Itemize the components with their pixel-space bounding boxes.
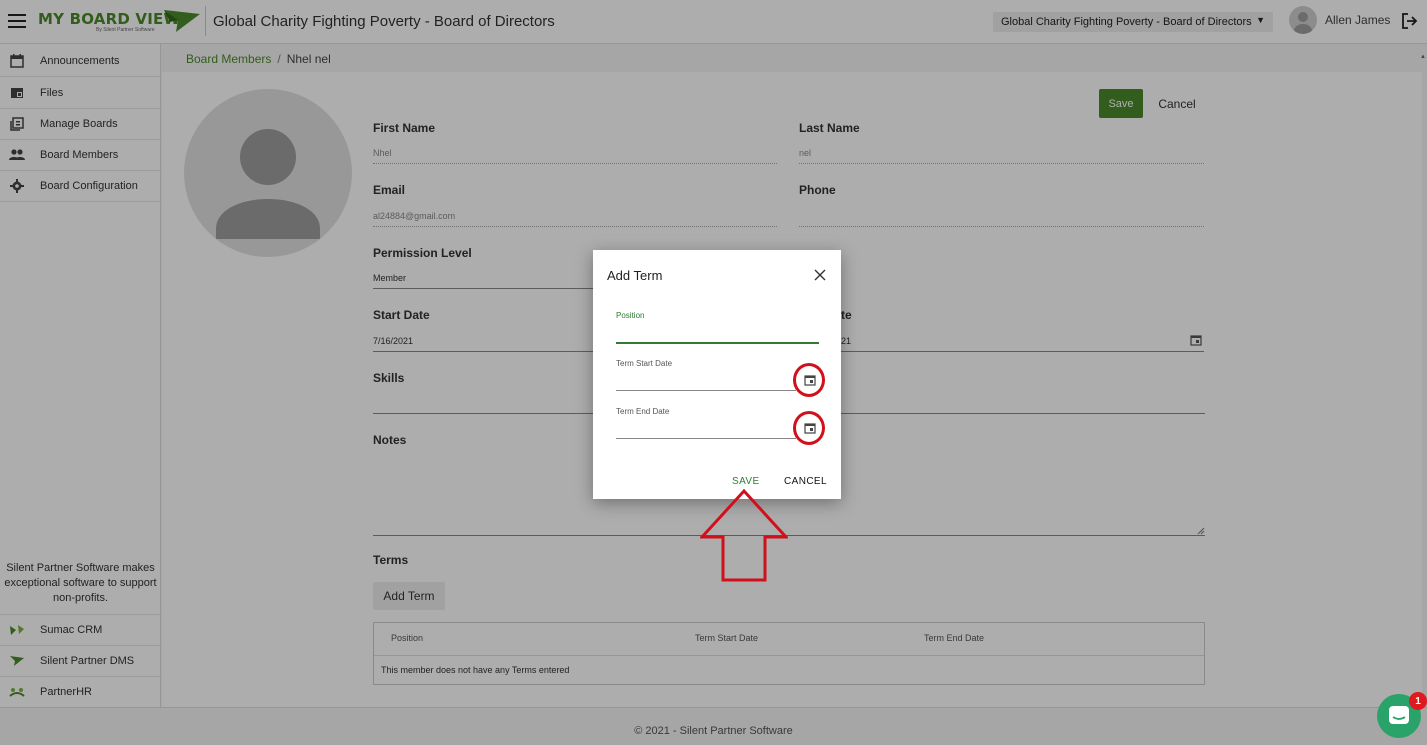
term-start-date-input[interactable]: [616, 390, 796, 391]
annotation-circle-start: [793, 363, 825, 397]
annotation-circle-end: [793, 411, 825, 445]
close-icon[interactable]: [814, 268, 826, 281]
dialog-cancel-button[interactable]: CANCEL: [784, 476, 827, 487]
term-end-date-label: Term End Date: [616, 407, 670, 416]
dialog-save-button[interactable]: SAVE: [732, 476, 760, 487]
chat-notification-badge: 1: [1409, 692, 1427, 710]
term-end-date-input[interactable]: [616, 438, 796, 439]
dialog-title: Add Term: [607, 268, 663, 283]
term-start-date-label: Term Start Date: [616, 359, 673, 368]
position-input[interactable]: [616, 342, 819, 344]
position-label: Position: [616, 311, 645, 320]
annotation-arrow-icon: [700, 489, 788, 582]
